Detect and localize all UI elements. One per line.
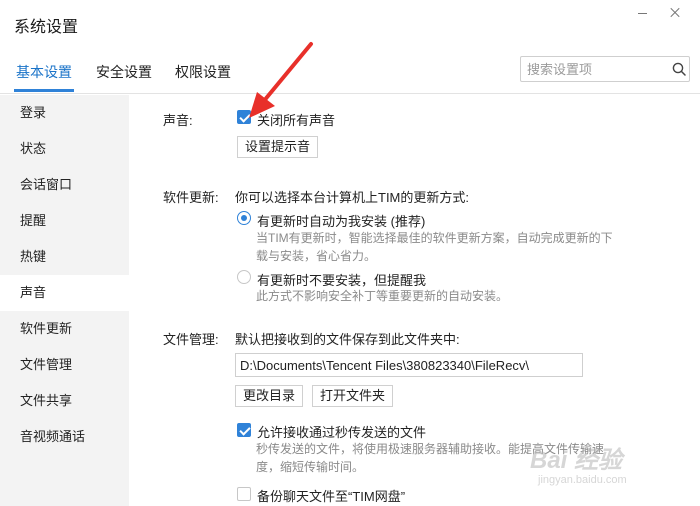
mute-all-checkbox[interactable] bbox=[237, 110, 251, 124]
sidebar-item-sound[interactable]: 声音 bbox=[0, 275, 129, 311]
sidebar-item-file-sharing[interactable]: 文件共享 bbox=[0, 383, 129, 419]
backup-to-cloud-label[interactable]: 备份聊天文件至“TIM网盘” bbox=[257, 486, 405, 505]
search-box bbox=[520, 56, 690, 82]
tab-permission-settings[interactable]: 权限设置 bbox=[175, 62, 231, 82]
allow-instant-transfer-checkbox[interactable] bbox=[237, 423, 251, 437]
active-tab-indicator bbox=[14, 89, 74, 92]
search-icon[interactable] bbox=[672, 62, 686, 76]
sidebar-item-login[interactable]: 登录 bbox=[0, 95, 129, 131]
minimize-icon[interactable] bbox=[632, 4, 652, 20]
sidebar-item-av-call[interactable]: 音视频通话 bbox=[0, 419, 129, 455]
save-path-field[interactable] bbox=[235, 353, 583, 377]
watermark-url: jingyan.baidu.com bbox=[538, 474, 627, 486]
files-intro-text: 默认把接收到的文件保存到此文件夹中: bbox=[235, 332, 460, 347]
update-auto-radio[interactable] bbox=[237, 211, 251, 225]
sidebar-item-file-management[interactable]: 文件管理 bbox=[0, 347, 129, 383]
sidebar-item-reminder[interactable]: 提醒 bbox=[0, 203, 129, 239]
update-intro-text: 你可以选择本台计算机上TIM的更新方式: bbox=[235, 190, 469, 205]
change-directory-button[interactable]: 更改目录 bbox=[235, 385, 304, 407]
watermark-logo: Bai 经验 bbox=[530, 447, 623, 474]
backup-to-cloud-checkbox[interactable] bbox=[237, 487, 251, 501]
update-notify-desc: 此方式不影响安全补丁等重要更新的自动安装。 bbox=[256, 289, 509, 303]
update-notify-radio[interactable] bbox=[237, 270, 251, 284]
close-icon[interactable] bbox=[665, 4, 685, 20]
window-title: 系统设置 bbox=[14, 19, 79, 36]
files-section-label: 文件管理: bbox=[163, 332, 219, 347]
open-folder-button[interactable]: 打开文件夹 bbox=[312, 385, 394, 407]
mute-all-label[interactable]: 关闭所有声音 bbox=[257, 110, 335, 129]
title-bar: 系统设置 bbox=[0, 0, 700, 46]
sidebar-item-hotkeys[interactable]: 热键 bbox=[0, 239, 129, 275]
sidebar: 登录 状态 会话窗口 提醒 热键 声音 软件更新 文件管理 文件共享 音视频通话 bbox=[0, 95, 129, 506]
tab-basic-settings[interactable]: 基本设置 bbox=[16, 62, 72, 82]
update-auto-desc-line2: 载与安装，省心省力。 bbox=[256, 249, 377, 263]
tab-security-settings[interactable]: 安全设置 bbox=[96, 62, 152, 82]
set-tone-button[interactable]: 设置提示音 bbox=[237, 136, 319, 158]
baidu-jingyan-watermark: Bai 经验 jingyan.baidu.com bbox=[530, 440, 695, 500]
sidebar-item-status[interactable]: 状态 bbox=[0, 131, 129, 167]
allow-instant-desc-line2: 度，缩短传输时间。 bbox=[256, 460, 365, 474]
update-auto-desc-line1: 当TIM有更新时，智能选择最佳的软件更新方案，自动完成更新的下 bbox=[256, 231, 613, 245]
sidebar-item-software-update[interactable]: 软件更新 bbox=[0, 311, 129, 347]
sidebar-item-chat-window[interactable]: 会话窗口 bbox=[0, 167, 129, 203]
sound-section-label: 声音: bbox=[163, 113, 193, 128]
update-section-label: 软件更新: bbox=[163, 190, 219, 205]
search-input[interactable] bbox=[527, 60, 665, 78]
